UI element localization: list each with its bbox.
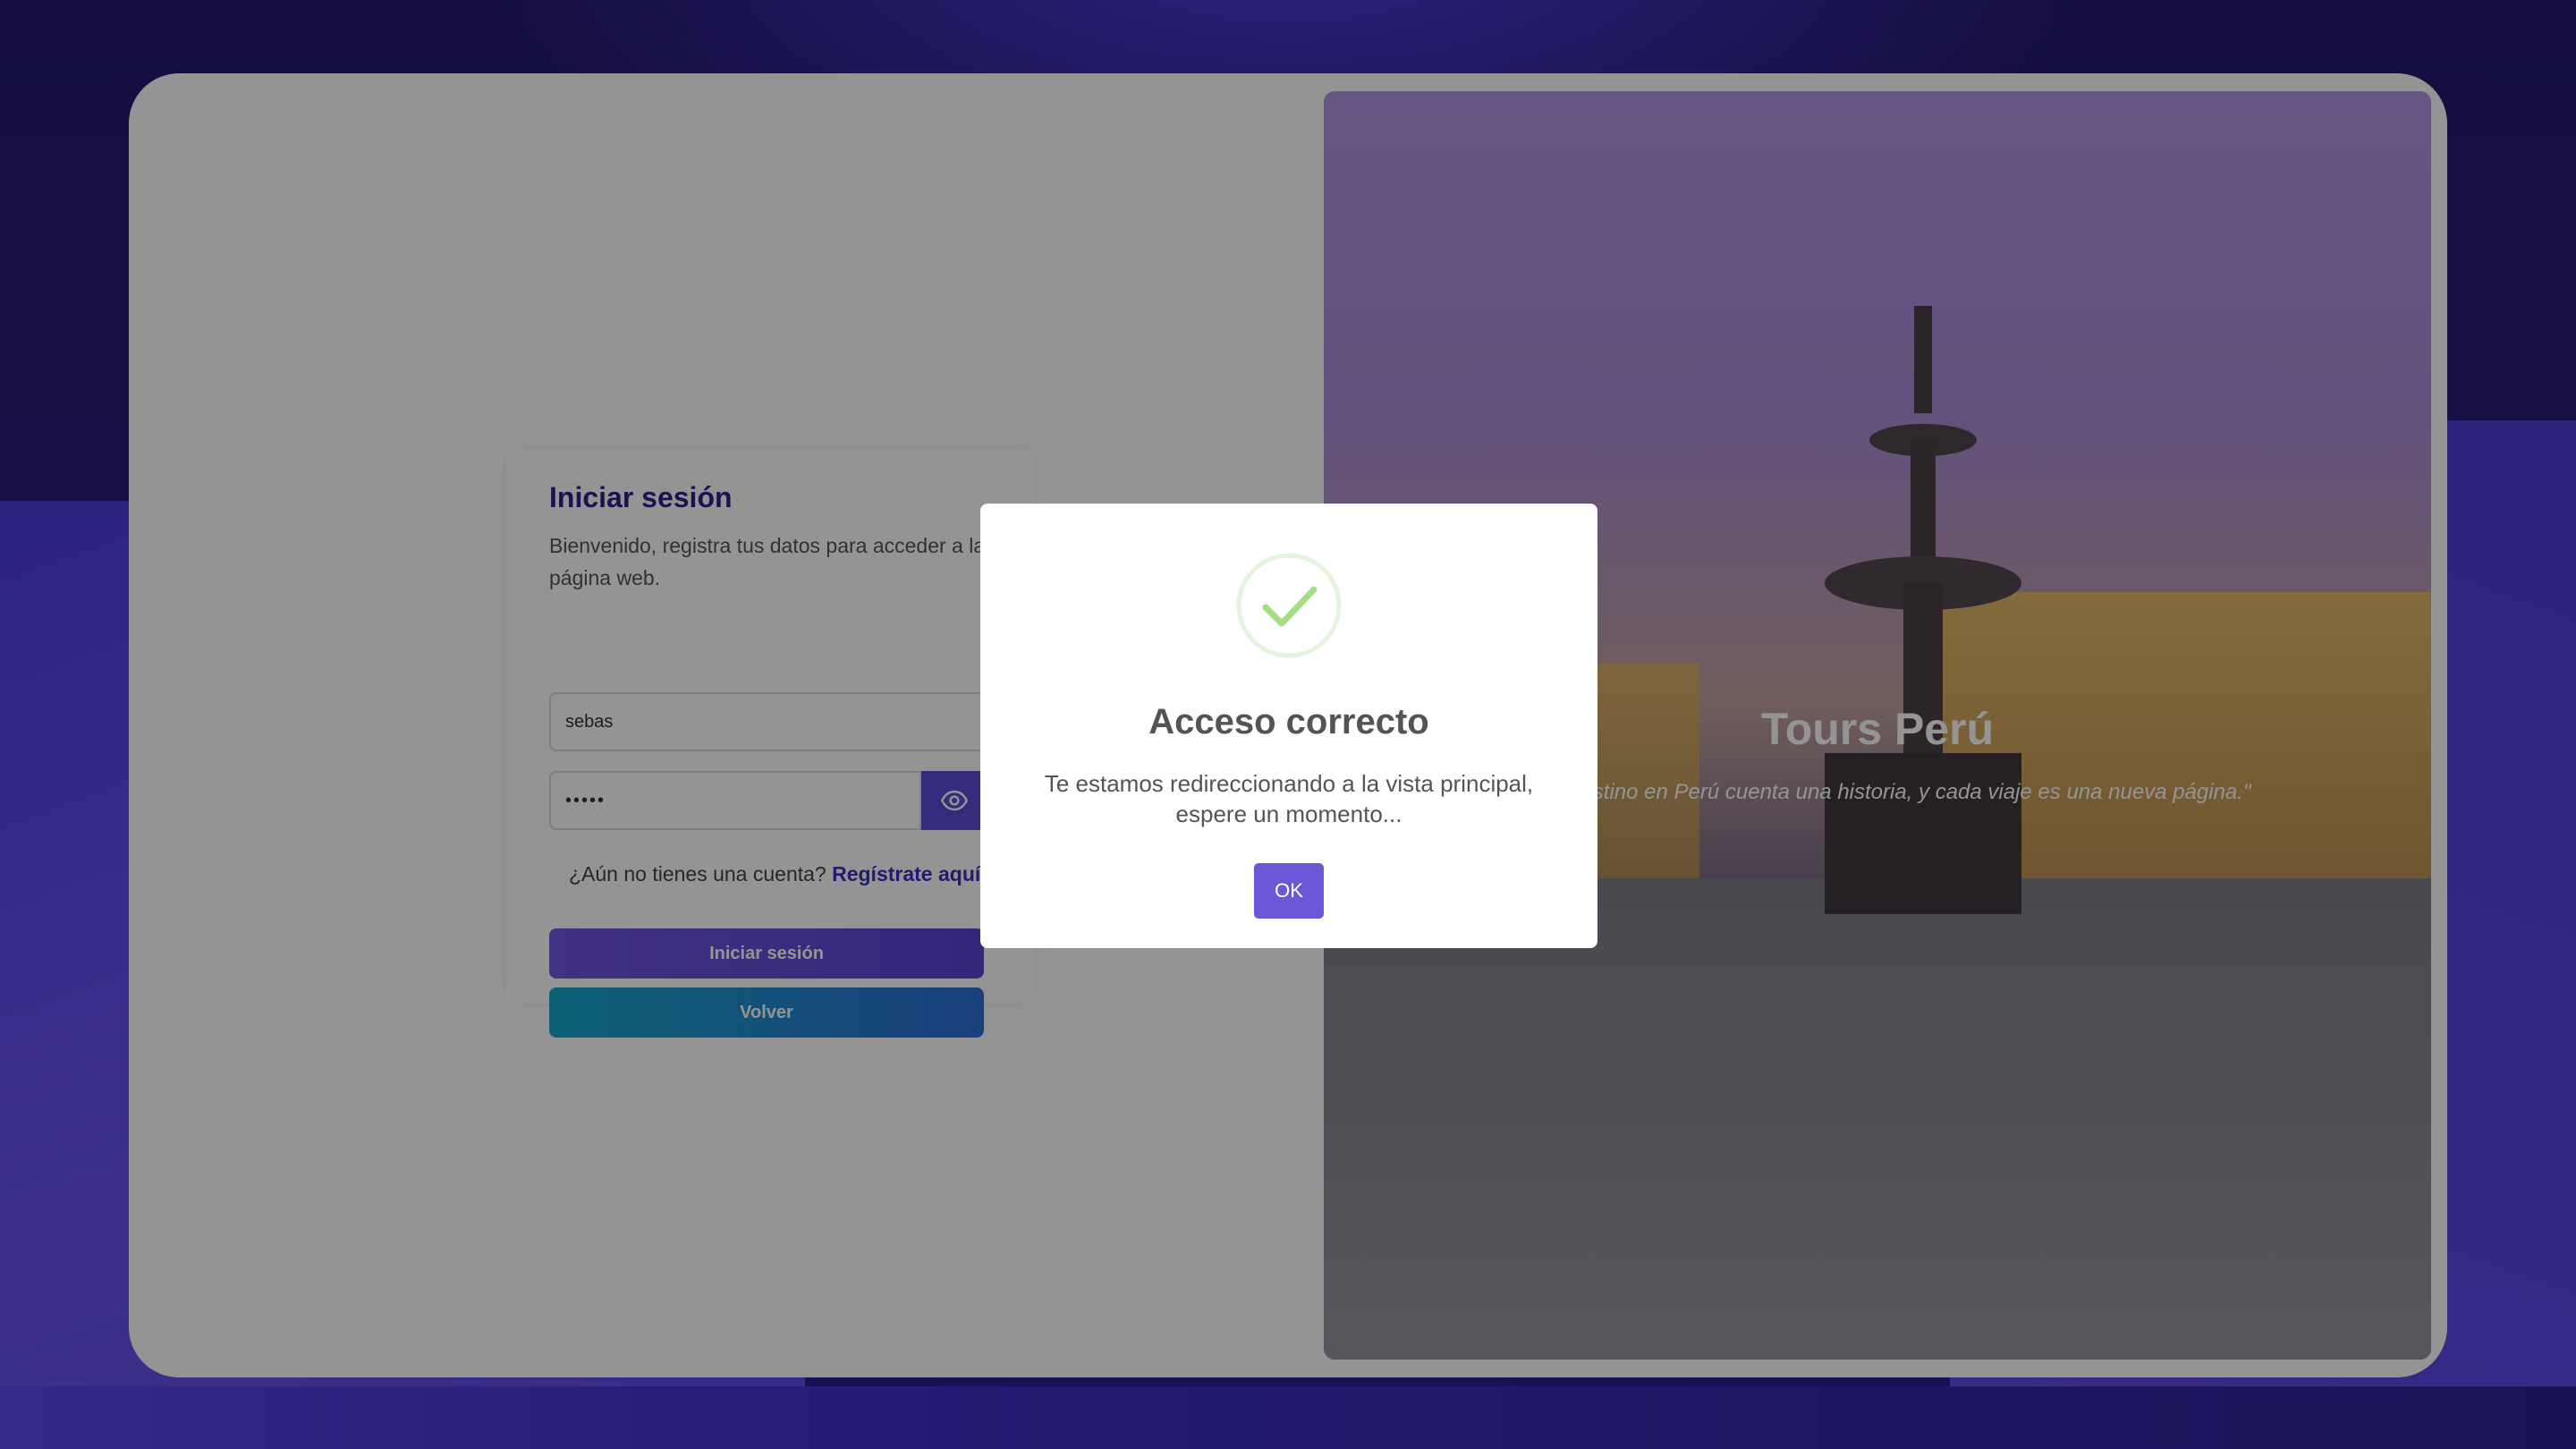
modal-message: Te estamos redireccionando a la vista pr… <box>1044 770 1534 827</box>
success-check-icon <box>1236 553 1342 658</box>
ok-button[interactable]: OK <box>1254 863 1324 919</box>
success-modal: Acceso correcto Te estamos redireccionan… <box>980 504 1597 948</box>
modal-title: Acceso correcto <box>1148 702 1429 741</box>
